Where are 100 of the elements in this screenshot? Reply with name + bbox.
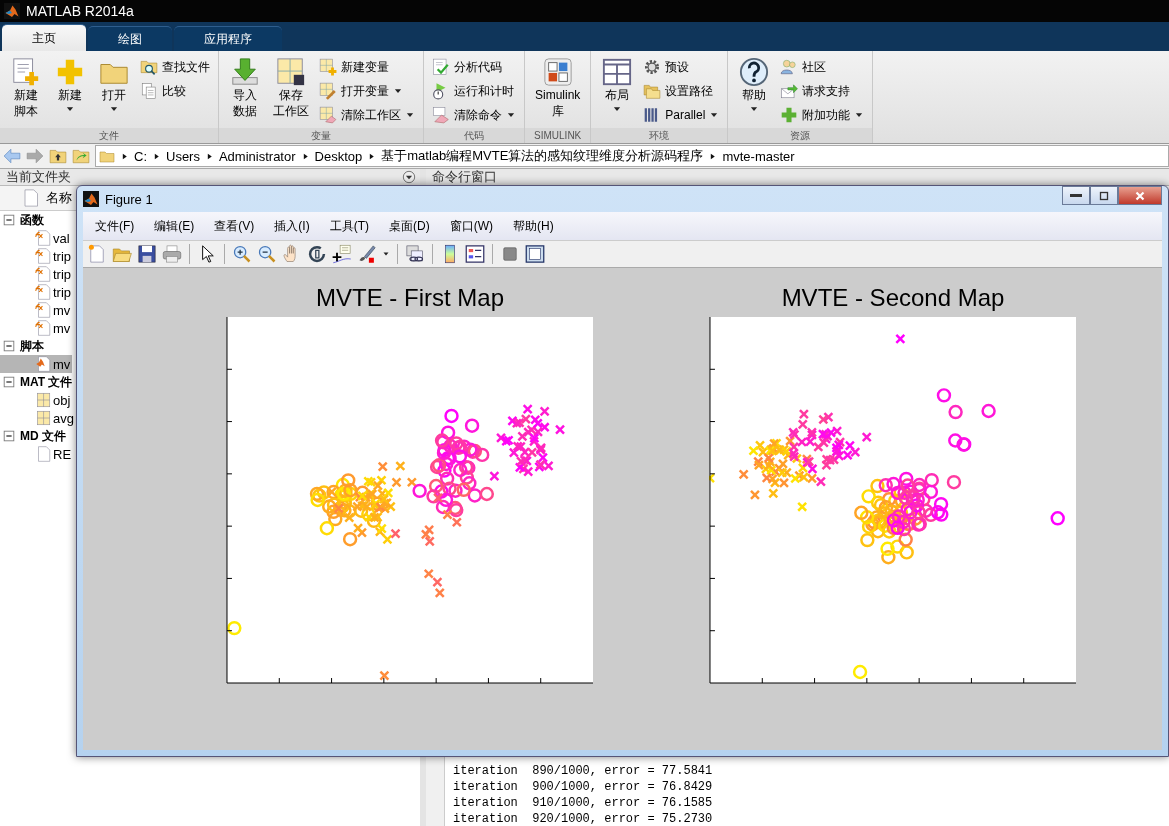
ribbon-button[interactable]: Simulink 库 xyxy=(531,55,585,128)
file-row[interactable]: trip xyxy=(0,265,74,283)
toolbar-button[interactable] xyxy=(465,244,485,264)
ribbon-button[interactable]: 布局 xyxy=(597,55,638,128)
zoom-in-icon xyxy=(232,244,252,264)
ribbon-button[interactable]: 打开 xyxy=(94,55,134,128)
group-label: SIMULINK xyxy=(525,128,591,143)
path-segment[interactable]: Desktop xyxy=(314,148,363,164)
ribbon-button[interactable]: 运行和计时 xyxy=(430,80,518,102)
folders-icon xyxy=(643,82,662,100)
group-label: 代码 xyxy=(424,128,524,143)
ribbon-button[interactable]: 请求支持 xyxy=(778,80,867,102)
toolbar-button[interactable] xyxy=(137,244,157,264)
path-segment[interactable]: 基于matlab编程MVTE算法的感知纹理维度分析源码程序 xyxy=(381,147,704,165)
section-label[interactable]: 函数 xyxy=(20,211,44,229)
caret-icon xyxy=(382,250,390,258)
file-row[interactable]: RE xyxy=(0,445,74,463)
menu-item[interactable]: 帮助(H) xyxy=(505,215,562,237)
chevron-icon xyxy=(152,151,161,161)
ribbon-button[interactable]: 设置路径 xyxy=(641,80,722,102)
ribbon-button[interactable]: 导入 数据 xyxy=(225,55,265,128)
fx-document-icon xyxy=(34,229,52,247)
section-label[interactable]: MD 文件 xyxy=(20,427,66,445)
fx-document-icon xyxy=(34,319,52,337)
ribbon-button[interactable]: Parallel xyxy=(641,104,722,126)
plot-title: MVTE - Second Map xyxy=(781,283,1005,313)
floppy-icon xyxy=(137,244,157,264)
file-row[interactable]: trip xyxy=(0,247,74,265)
maximize-button[interactable] xyxy=(1090,186,1118,205)
ribbon-button[interactable]: 预设 xyxy=(641,56,722,78)
ribbon-button[interactable]: 查找文件 xyxy=(138,56,212,78)
menu-item[interactable]: 编辑(E) xyxy=(146,215,203,237)
toolbar-button[interactable] xyxy=(405,244,425,264)
ribbon-button[interactable]: 附加功能 xyxy=(778,104,867,126)
ribbon-button[interactable]: 社区 xyxy=(778,56,867,78)
ribbon-button[interactable]: 新建 xyxy=(50,55,90,128)
file-row[interactable]: mv xyxy=(0,319,73,337)
gear-icon xyxy=(643,58,662,76)
toolbar-button[interactable] xyxy=(382,250,390,258)
menu-item[interactable]: 插入(I) xyxy=(266,215,318,237)
path-segment[interactable]: Administrator xyxy=(218,148,296,164)
file-name: mv xyxy=(53,320,71,336)
file-row[interactable]: obj xyxy=(0,391,73,409)
toolbar-button[interactable] xyxy=(307,244,327,264)
minimize-icon xyxy=(1070,194,1082,197)
minimize-button[interactable] xyxy=(1062,186,1090,205)
printer-icon xyxy=(162,244,182,264)
ribbon-button[interactable]: 比较 xyxy=(138,80,212,102)
legend-icon xyxy=(465,244,485,264)
close-button[interactable] xyxy=(1118,186,1162,205)
folder-icon xyxy=(99,148,115,164)
menu-item[interactable]: 文件(F) xyxy=(87,215,143,237)
toolbar-button[interactable] xyxy=(525,244,545,264)
path-field[interactable]: C: Users Administrator Desktop 基于matlab编程MVTE算法的感知纹理维度分析源码程序 mvte-master xyxy=(95,145,1169,167)
ribbon-button[interactable]: 保存 工作区 xyxy=(269,55,313,128)
panel-title: 当前文件夹 xyxy=(6,168,71,186)
plot-title: MVTE - First Map xyxy=(316,283,504,313)
file-name: mv xyxy=(53,356,71,372)
path-segment[interactable]: mvte-master xyxy=(722,148,795,164)
file-row[interactable]: trip xyxy=(0,283,74,301)
menu-item[interactable]: 工具(T) xyxy=(321,215,377,237)
file-row[interactable]: mv xyxy=(0,301,73,319)
help-icon xyxy=(739,57,770,87)
people-icon xyxy=(780,58,799,76)
script-document-icon xyxy=(34,355,52,373)
window-icon xyxy=(525,244,545,264)
ribbon-button[interactable]: 清除命令 xyxy=(430,104,518,126)
menu-item[interactable]: 查看(V) xyxy=(206,215,263,237)
up-folder-button[interactable] xyxy=(49,147,67,165)
plus-sign-icon xyxy=(780,106,799,124)
ribbon-tab[interactable]: 主页 xyxy=(2,24,86,51)
path-segment[interactable]: Users xyxy=(166,148,200,164)
section-label[interactable]: MAT 文件 xyxy=(20,373,73,391)
ribbon-tab[interactable]: 绘图 xyxy=(88,26,172,51)
eraser-icon xyxy=(432,106,450,124)
file-row[interactable]: mv xyxy=(0,355,73,373)
file-name: obj xyxy=(53,392,71,408)
grid-plus-icon xyxy=(319,58,337,76)
ribbon-tab[interactable]: 应用程序 xyxy=(174,26,282,51)
file-row[interactable]: avg xyxy=(0,409,76,427)
column-header[interactable]: 名称 xyxy=(46,189,72,207)
ribbon-button[interactable]: 帮助 xyxy=(734,55,775,128)
menu-item[interactable]: 桌面(D) xyxy=(381,215,438,237)
square-icon xyxy=(500,244,520,264)
menu-item[interactable]: 窗口(W) xyxy=(441,215,501,237)
zoom-out-icon xyxy=(257,244,277,264)
file-row[interactable]: val xyxy=(0,229,72,247)
ribbon-button[interactable]: 打开变量 xyxy=(317,80,417,102)
down-arrow-icon xyxy=(230,57,260,87)
ribbon-button[interactable]: 新建 脚本 xyxy=(6,55,46,128)
back-arrow-icon xyxy=(3,147,21,165)
checklist-icon xyxy=(432,58,450,76)
path-segment[interactable]: C: xyxy=(134,148,147,164)
output-line: iteration 890/1000, error = 77.5841 xyxy=(453,763,714,779)
ribbon-button[interactable]: 分析代码 xyxy=(430,56,518,78)
section-label[interactable]: 脚本 xyxy=(20,337,44,355)
toolbar-button[interactable] xyxy=(332,244,352,264)
panel-title: 命令行窗口 xyxy=(432,168,497,186)
ribbon-button[interactable]: 清除工作区 xyxy=(317,104,417,126)
ribbon-button[interactable]: 新建变量 xyxy=(317,56,417,78)
